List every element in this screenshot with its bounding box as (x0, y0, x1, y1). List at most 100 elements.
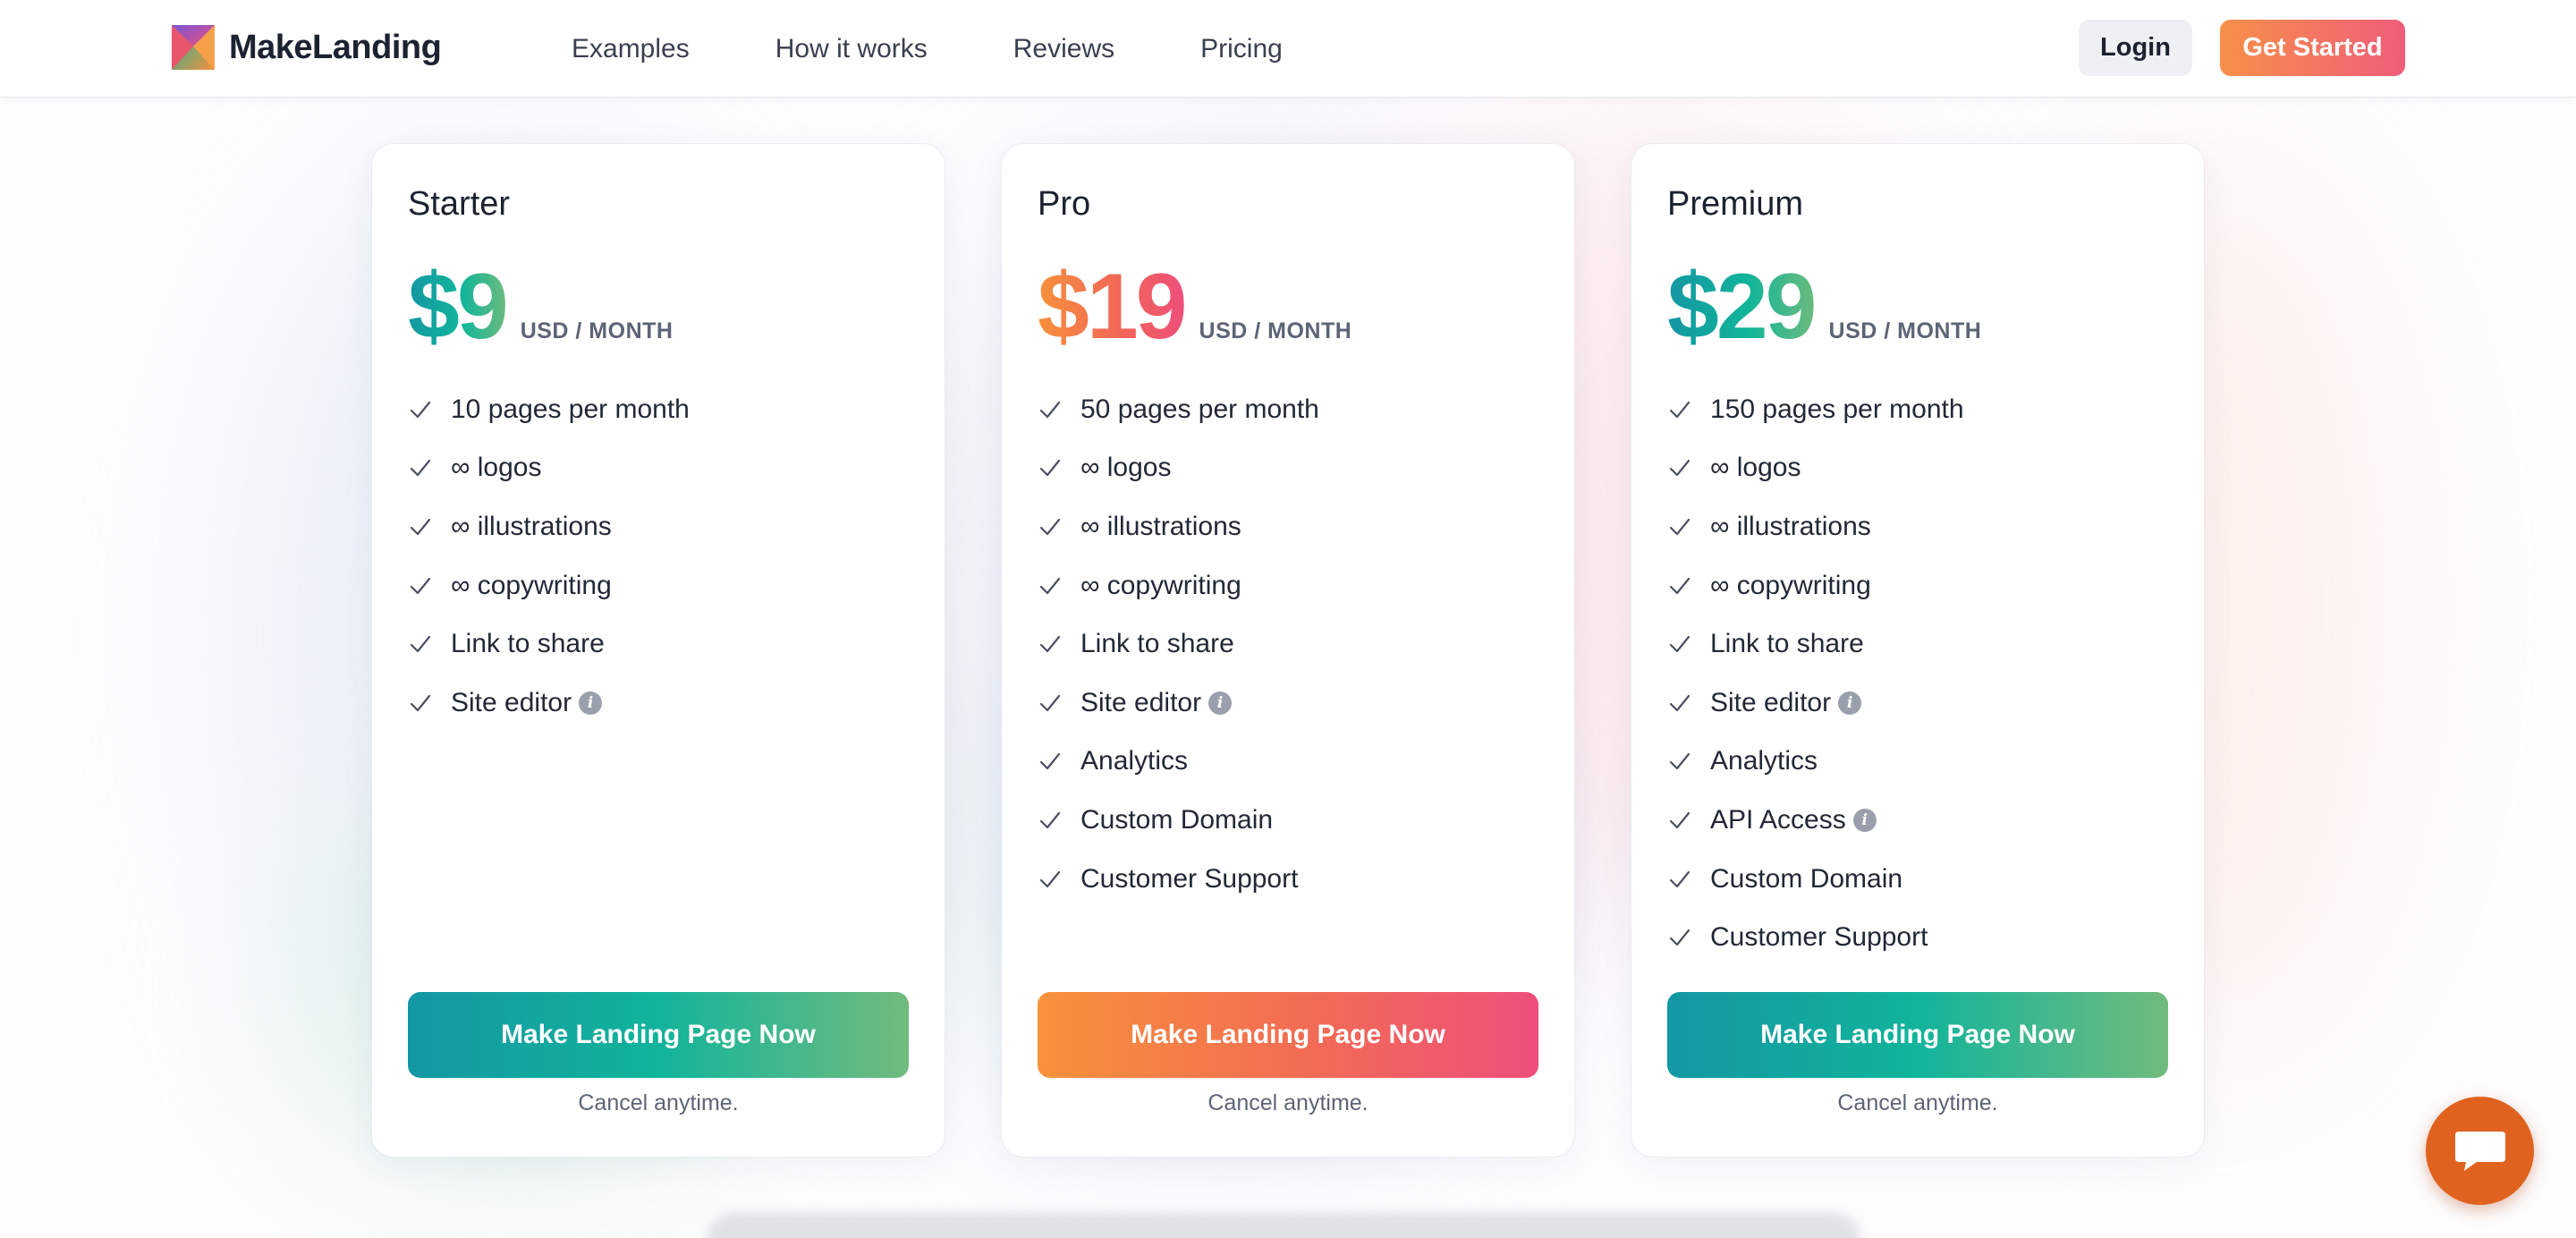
check-icon (410, 460, 431, 477)
make-landing-page-button[interactable]: Make Landing Page Now (1038, 992, 1538, 1078)
price-unit: USD / MONTH (520, 318, 674, 343)
check-icon (1669, 401, 1690, 418)
check-icon (1669, 811, 1690, 829)
chat-launcher-button[interactable] (2426, 1097, 2534, 1205)
feature-text: Custom Domain (1080, 804, 1274, 835)
plan-name: Starter (408, 185, 511, 223)
feature-item: ∞ logos (1038, 439, 1319, 498)
check-icon (1039, 636, 1061, 653)
price-row: $19 USD / MONTH (1038, 260, 1352, 353)
feature-text: Analytics (1710, 746, 1818, 776)
chat-bubble-icon (2454, 1131, 2505, 1171)
feature-list: 50 pages per month ∞ logos ∞ illustratio… (1038, 380, 1319, 908)
check-icon (1669, 870, 1690, 887)
cancel-note: Cancel anytime. (578, 1090, 739, 1115)
feature-text: 50 pages per month (1080, 394, 1319, 424)
price-unit: USD / MONTH (1199, 318, 1352, 343)
login-button[interactable]: Login (2079, 20, 2192, 76)
check-icon (1039, 401, 1061, 418)
feature-text: ∞ logos (1080, 453, 1172, 483)
plan-name: Pro (1038, 185, 1091, 223)
price-row: $9 USD / MONTH (408, 260, 673, 353)
nav-pricing[interactable]: Pricing (1200, 34, 1283, 64)
check-icon (1669, 577, 1690, 594)
plan-card-pro: Pro $19 USD / MONTH 50 pages per month ∞… (1002, 144, 1574, 1157)
price-unit: USD / MONTH (1828, 318, 1982, 343)
feature-item: Link to share (1038, 615, 1319, 674)
top-navbar: MakeLanding Examples How it works Review… (0, 0, 2576, 98)
feature-text: ∞ copywriting (451, 570, 612, 600)
feature-item: Site editor i (1667, 674, 1964, 733)
make-landing-page-button[interactable]: Make Landing Page Now (1667, 992, 2168, 1078)
check-icon (1039, 753, 1061, 770)
feature-list: 150 pages per month ∞ logos ∞ illustrati… (1667, 380, 1964, 967)
check-icon (410, 518, 431, 536)
price-row: $29 USD / MONTH (1667, 260, 1981, 353)
makelanding-logo-icon (172, 25, 215, 70)
check-icon (1039, 577, 1061, 594)
check-icon (1039, 460, 1061, 477)
feature-text: ∞ illustrations (451, 511, 612, 541)
check-icon (410, 694, 431, 711)
check-icon (1039, 811, 1061, 829)
check-icon (1039, 694, 1061, 711)
feature-item: Analytics (1038, 733, 1319, 792)
check-icon (1669, 460, 1690, 477)
feature-item: ∞ illustrations (1667, 497, 1964, 556)
info-icon[interactable]: i (579, 691, 603, 715)
feature-item: 50 pages per month (1038, 380, 1319, 439)
info-icon[interactable]: i (1838, 691, 1862, 715)
feature-text: API Access (1710, 804, 1846, 835)
check-icon (410, 401, 431, 418)
check-icon (1669, 636, 1690, 653)
brand-name: MakeLanding (229, 28, 442, 66)
feature-text: Analytics (1080, 746, 1189, 776)
next-section-edge (707, 1213, 1860, 1238)
feature-text: Customer Support (1080, 863, 1299, 894)
feature-item: ∞ copywriting (1667, 556, 1964, 615)
feature-item: 10 pages per month (408, 380, 690, 439)
feature-text: ∞ logos (1710, 453, 1801, 483)
feature-item: ∞ illustrations (1038, 497, 1319, 556)
check-icon (1039, 870, 1061, 887)
feature-item: Custom Domain (1667, 850, 1964, 909)
feature-item: Custom Domain (1038, 791, 1319, 850)
feature-list: 10 pages per month ∞ logos ∞ illustratio… (408, 380, 690, 733)
check-icon (1669, 518, 1690, 536)
check-icon (410, 577, 431, 594)
feature-text: Custom Domain (1710, 863, 1903, 894)
feature-item: Analytics (1667, 733, 1964, 792)
get-started-button[interactable]: Get Started (2220, 20, 2405, 76)
feature-text: ∞ illustrations (1710, 511, 1871, 541)
plan-price: $9 (408, 255, 509, 359)
feature-text: ∞ logos (451, 453, 542, 483)
make-landing-page-button[interactable]: Make Landing Page Now (408, 992, 909, 1078)
nav-reviews[interactable]: Reviews (1013, 34, 1114, 64)
cancel-note: Cancel anytime. (1208, 1090, 1368, 1115)
feature-item: ∞ logos (408, 439, 690, 498)
info-icon[interactable]: i (1208, 691, 1233, 715)
feature-item: ∞ logos (1667, 439, 1964, 498)
check-icon (410, 636, 431, 653)
check-icon (1039, 518, 1061, 536)
feature-item: ∞ copywriting (408, 556, 690, 615)
info-icon[interactable]: i (1852, 808, 1877, 832)
feature-item: ∞ illustrations (408, 497, 690, 556)
feature-item: Link to share (408, 615, 690, 674)
nav-examples[interactable]: Examples (572, 34, 690, 64)
feature-text: Site editor (1710, 687, 1832, 717)
plan-price: $29 (1667, 255, 1818, 359)
cancel-note: Cancel anytime. (1837, 1090, 1998, 1115)
feature-item: API Access i (1667, 791, 1964, 850)
check-icon (1669, 694, 1690, 711)
plan-card-starter: Starter $9 USD / MONTH 10 pages per mont… (372, 144, 945, 1157)
check-icon (1669, 929, 1690, 946)
feature-text: ∞ copywriting (1080, 570, 1241, 600)
feature-text: Link to share (1080, 629, 1234, 659)
brand-logo[interactable]: MakeLanding (172, 25, 442, 70)
pricing-page: MakeLanding Examples How it works Review… (0, 0, 2576, 1238)
feature-item: Site editor i (1038, 674, 1319, 733)
feature-item: Customer Support (1667, 908, 1964, 967)
nav-how-it-works[interactable]: How it works (775, 34, 928, 64)
plan-name: Premium (1667, 185, 1804, 223)
